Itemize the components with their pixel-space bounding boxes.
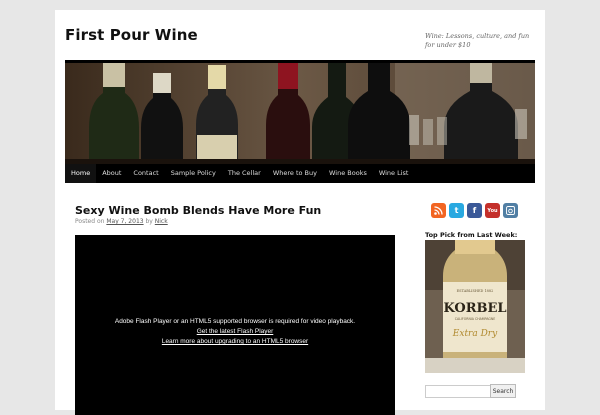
nav-item-the-cellar[interactable]: The Cellar <box>222 164 267 183</box>
top-pick-image[interactable]: ESTABLISHED 1882 KORBEL CALIFORNIA CHAMP… <box>425 240 525 373</box>
page-wrapper: First Pour Wine Wine: Lessons, culture, … <box>55 10 545 415</box>
pick-brand-text: KORBEL <box>443 301 506 316</box>
search-input[interactable] <box>425 385 491 398</box>
instagram-icon[interactable] <box>503 203 518 218</box>
twitter-icon[interactable]: t <box>449 203 464 218</box>
nav-item-wine-list[interactable]: Wine List <box>373 164 415 183</box>
nav-item-contact[interactable]: Contact <box>127 164 164 183</box>
posted-on-label: Posted on <box>75 218 105 225</box>
nav-item-about[interactable]: About <box>96 164 127 183</box>
facebook-icon[interactable]: f <box>467 203 482 218</box>
pick-sub-text: Extra Dry <box>452 329 498 339</box>
social-icons: t f You <box>431 203 518 218</box>
video-player[interactable]: Adobe Flash Player or an HTML5 supported… <box>75 235 395 415</box>
post-date-link[interactable]: May 7, 2013 <box>106 218 143 225</box>
flash-player-link[interactable]: Get the latest Flash Player <box>75 327 395 337</box>
by-label: by <box>145 218 153 225</box>
nav-item-sample-policy[interactable]: Sample Policy <box>165 164 222 183</box>
post-meta: Posted on May 7, 2013 by Nick <box>75 218 168 225</box>
nav-item-home[interactable]: Home <box>65 164 97 183</box>
pick-estab-text: ESTABLISHED 1882 <box>457 289 494 293</box>
video-fallback-message: Adobe Flash Player or an HTML5 supported… <box>75 317 395 347</box>
rss-icon[interactable] <box>431 203 446 218</box>
pick-region-text: CALIFORNIA CHAMPAGNE <box>455 317 495 321</box>
video-requirement-text: Adobe Flash Player or an HTML5 supported… <box>114 318 356 325</box>
search-button[interactable]: Search <box>490 384 516 398</box>
html5-upgrade-link[interactable]: Learn more about upgrading to an HTML5 b… <box>75 337 395 347</box>
nav-item-where-to-buy[interactable]: Where to Buy <box>267 164 323 183</box>
top-pick-widget-title: Top Pick from Last Week: <box>425 231 518 239</box>
youtube-icon[interactable]: You <box>485 203 500 218</box>
nav-item-wine-books[interactable]: Wine Books <box>323 164 373 183</box>
post-title[interactable]: Sexy Wine Bomb Blends Have More Fun <box>75 204 321 217</box>
site-title[interactable]: First Pour Wine <box>65 26 198 44</box>
header-banner-image[interactable] <box>65 60 535 167</box>
main-navigation: Home About Contact Sample Policy The Cellar W… <box>65 164 535 183</box>
post-author-link[interactable]: Nick <box>155 218 168 225</box>
site-description: Wine: Lessons, culture, and fun for unde… <box>425 32 530 49</box>
